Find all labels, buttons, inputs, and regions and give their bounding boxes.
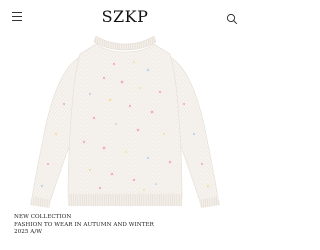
header: SZKP xyxy=(0,0,250,34)
knit-sweater-image xyxy=(30,35,220,208)
caption-line-2: FASHION TO WEAR IN AUTUMN AND WINTER xyxy=(14,221,154,228)
collection-caption: NEW COLLECTION FASHION TO WEAR IN AUTUMN… xyxy=(14,214,154,237)
product-image[interactable] xyxy=(24,34,226,208)
caption-line-1: NEW COLLECTION xyxy=(14,214,72,220)
search-button[interactable] xyxy=(226,10,238,25)
page: SZKP NEW COLLECTION FASHION TO WEAR IN A… xyxy=(0,0,250,250)
brand-logo[interactable]: SZKP xyxy=(0,8,250,26)
sweater-body xyxy=(67,43,183,199)
caption-line-3: 2025 A/W xyxy=(14,229,43,236)
search-icon xyxy=(226,13,238,25)
hem xyxy=(68,194,182,206)
